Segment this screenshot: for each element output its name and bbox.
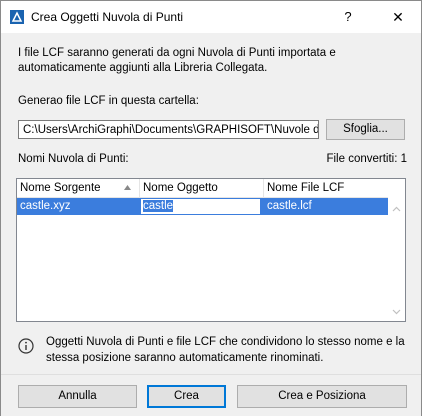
scroll-down-icon[interactable] <box>392 307 401 316</box>
help-button[interactable]: ? <box>337 8 359 26</box>
cell-source: castle.xyz <box>20 200 71 212</box>
table-row[interactable]: castle.xyz castle castle.lcf <box>17 198 389 215</box>
browse-button[interactable]: Sfoglia... <box>326 119 405 140</box>
column-source-label: Nome Sorgente <box>20 182 101 194</box>
column-lcf-name[interactable]: Nome File LCF <box>264 179 389 197</box>
column-source-name[interactable]: Nome Sorgente <box>17 179 140 197</box>
scroll-up-icon[interactable] <box>392 205 401 214</box>
cancel-button[interactable]: Annulla <box>18 385 137 408</box>
object-name-input[interactable]: castle <box>140 198 261 215</box>
dialog-window: Crea Oggetti Nuvola di Punti ? ✕ I file … <box>0 0 422 416</box>
folder-label: Generao file LCF in questa cartella: <box>18 95 199 107</box>
create-button[interactable]: Crea <box>147 385 226 408</box>
create-and-position-button[interactable]: Crea e Posiziona <box>237 385 407 408</box>
intro-text: I file LCF saranno generati da ogni Nuvo… <box>18 47 336 74</box>
point-cloud-names-label: Nomi Nuvola di Punti: <box>18 153 129 165</box>
archicad-app-icon <box>10 10 24 24</box>
object-name-value: castle <box>143 200 174 212</box>
list-header: Nome Sorgente Nome Oggetto Nome File LCF <box>17 179 389 198</box>
column-lcf-label: Nome File LCF <box>267 182 345 194</box>
vertical-scrollbar[interactable] <box>388 179 405 321</box>
point-cloud-list[interactable]: Nome Sorgente Nome Oggetto Nome File LCF… <box>16 178 406 322</box>
sort-ascending-icon <box>124 185 131 190</box>
info-icon <box>18 338 34 354</box>
info-text: Oggetti Nuvola di Punti e file LCF che c… <box>46 336 405 364</box>
window-title: Crea Oggetti Nuvola di Punti <box>31 10 184 24</box>
title-bar: Crea Oggetti Nuvola di Punti ? ✕ <box>1 1 421 33</box>
folder-path-field[interactable]: C:\Users\ArchiGraphi\Documents\GRAPHISOF… <box>18 120 319 139</box>
button-bar: Annulla Crea Crea e Posiziona <box>1 374 421 416</box>
converted-count: File convertiti: 1 <box>326 153 407 165</box>
cell-lcf: castle.lcf <box>267 200 312 212</box>
close-button[interactable]: ✕ <box>387 8 409 26</box>
column-object-label: Nome Oggetto <box>143 182 218 194</box>
column-object-name[interactable]: Nome Oggetto <box>140 179 264 197</box>
